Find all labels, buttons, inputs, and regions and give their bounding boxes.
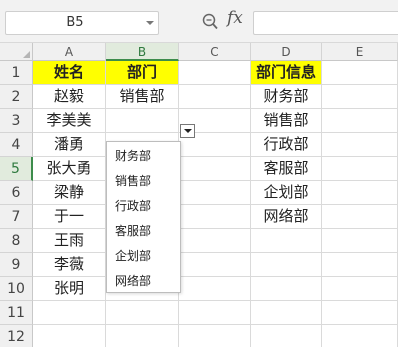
cell-a9[interactable]: 李薇 [33, 253, 106, 277]
chevron-down-icon[interactable] [146, 21, 154, 25]
row-header-10[interactable]: 10 [0, 277, 33, 301]
row-header-12[interactable]: 12 [0, 325, 33, 347]
cell-d9[interactable] [251, 253, 322, 277]
column-header-c[interactable]: C [179, 43, 251, 61]
cell-a4[interactable]: 潘勇 [33, 133, 106, 157]
cell-e5[interactable] [322, 157, 398, 181]
cell-b1[interactable]: 部门 [106, 61, 179, 85]
cell-c2[interactable] [179, 85, 251, 109]
cell-a6[interactable]: 梁静 [33, 181, 106, 205]
cell-c6[interactable] [179, 181, 251, 205]
cell-c10[interactable] [179, 277, 251, 301]
cell-e8[interactable] [322, 229, 398, 253]
cell-d10[interactable] [251, 277, 322, 301]
cell-e10[interactable] [322, 277, 398, 301]
dropdown-option[interactable]: 网络部 [107, 269, 180, 294]
column-header-e[interactable]: E [322, 43, 398, 61]
row-header-9[interactable]: 9 [0, 253, 33, 277]
cell-c7[interactable] [179, 205, 251, 229]
cell-b3[interactable] [106, 109, 179, 133]
cell-d12[interactable] [251, 325, 322, 347]
fx-icon[interactable]: fx [227, 8, 243, 28]
cell-b12[interactable] [106, 325, 179, 347]
zoom-icon[interactable] [202, 13, 218, 31]
row-header-8[interactable]: 8 [0, 229, 33, 253]
cell-e4[interactable] [322, 133, 398, 157]
select-all-corner[interactable] [0, 43, 33, 61]
cell-e1[interactable] [322, 61, 398, 85]
row-header-1[interactable]: 1 [0, 61, 33, 85]
cell-c9[interactable] [179, 253, 251, 277]
cell-a8[interactable]: 王雨 [33, 229, 106, 253]
cell-a10[interactable]: 张明 [33, 277, 106, 301]
cell-a1[interactable]: 姓名 [33, 61, 106, 85]
cell-d1[interactable]: 部门信息 [251, 61, 322, 85]
cell-c8[interactable] [179, 229, 251, 253]
cell-a11[interactable] [33, 301, 106, 325]
spreadsheet-grid: A B C D E 1 姓名 部门 部门信息 2 赵毅 销售部 财务部 3 李美美 销售部 4 潘勇 行政部 5 张大勇… [0, 43, 398, 347]
formula-input[interactable] [253, 11, 398, 35]
cell-d7[interactable]: 网络部 [251, 205, 322, 229]
dropdown-option[interactable]: 行政部 [107, 194, 180, 219]
name-box[interactable]: B5 [5, 11, 159, 35]
cell-d8[interactable] [251, 229, 322, 253]
cell-d4[interactable]: 行政部 [251, 133, 322, 157]
validation-dropdown-list: 财务部 销售部 行政部 客服部 企划部 网络部 [106, 141, 181, 293]
cell-e2[interactable] [322, 85, 398, 109]
cell-e12[interactable] [322, 325, 398, 347]
row-header-11[interactable]: 11 [0, 301, 33, 325]
column-header-d[interactable]: D [251, 43, 322, 61]
cell-b2[interactable]: 销售部 [106, 85, 179, 109]
row-header-5[interactable]: 5 [0, 157, 33, 181]
cell-d5[interactable]: 客服部 [251, 157, 322, 181]
cell-c11[interactable] [179, 301, 251, 325]
cell-d2[interactable]: 财务部 [251, 85, 322, 109]
name-box-value: B5 [66, 15, 84, 30]
column-header-b[interactable]: B [106, 43, 179, 61]
row-header-7[interactable]: 7 [0, 205, 33, 229]
dropdown-option[interactable]: 销售部 [107, 169, 180, 194]
cell-d3[interactable]: 销售部 [251, 109, 322, 133]
cell-a3[interactable]: 李美美 [33, 109, 106, 133]
cell-b11[interactable] [106, 301, 179, 325]
cell-a2[interactable]: 赵毅 [33, 85, 106, 109]
cell-e11[interactable] [322, 301, 398, 325]
cell-c1[interactable] [179, 61, 251, 85]
cell-c12[interactable] [179, 325, 251, 347]
row-header-6[interactable]: 6 [0, 181, 33, 205]
cell-e6[interactable] [322, 181, 398, 205]
cell-d11[interactable] [251, 301, 322, 325]
cell-e9[interactable] [322, 253, 398, 277]
dropdown-option[interactable]: 财务部 [107, 144, 180, 169]
cell-e3[interactable] [322, 109, 398, 133]
dropdown-toggle-button[interactable] [180, 124, 195, 138]
row-header-2[interactable]: 2 [0, 85, 33, 109]
cell-a7[interactable]: 于一 [33, 205, 106, 229]
cell-a5[interactable]: 张大勇 [33, 157, 106, 181]
cell-c5[interactable] [179, 157, 251, 181]
row-header-4[interactable]: 4 [0, 133, 33, 157]
cell-d6[interactable]: 企划部 [251, 181, 322, 205]
cell-a12[interactable] [33, 325, 106, 347]
formula-bar: B5 fx [0, 0, 398, 43]
column-header-a[interactable]: A [33, 43, 106, 61]
row-header-3[interactable]: 3 [0, 109, 33, 133]
dropdown-option[interactable]: 客服部 [107, 219, 180, 244]
cell-e7[interactable] [322, 205, 398, 229]
dropdown-option[interactable]: 企划部 [107, 244, 180, 269]
